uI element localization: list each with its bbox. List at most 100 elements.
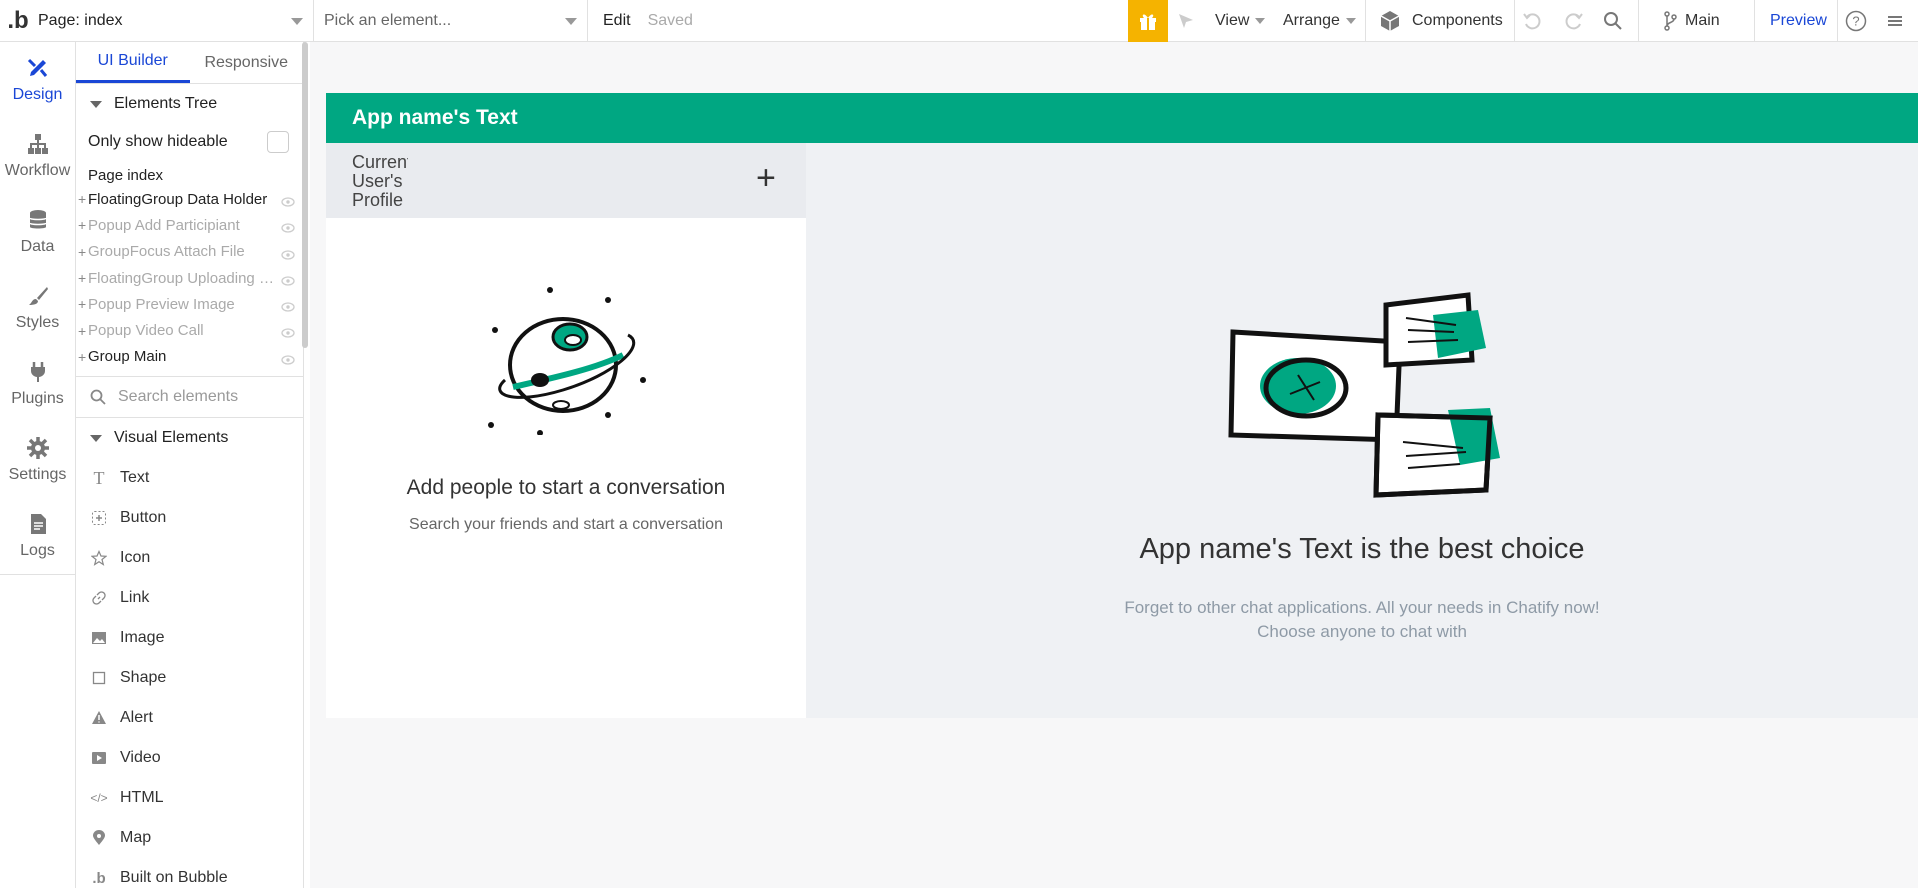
eye-icon[interactable]	[281, 299, 295, 316]
rail-data[interactable]: Data	[0, 194, 75, 270]
visual-element-label: Link	[120, 589, 150, 607]
search-icon[interactable]	[1603, 0, 1623, 42]
components-button[interactable]: Components	[1378, 0, 1503, 42]
rail-settings[interactable]: Settings	[0, 422, 75, 498]
expand-plus-icon[interactable]: +	[78, 270, 88, 286]
visual-elements-header[interactable]: Visual Elements	[76, 418, 303, 458]
add-conversation-plus-icon[interactable]: +	[756, 161, 776, 195]
eye-icon[interactable]	[281, 194, 295, 211]
elements-tree-header[interactable]: Elements Tree	[76, 84, 303, 124]
rail-design[interactable]: Design	[0, 42, 75, 118]
map-pin-icon	[90, 830, 108, 846]
eye-icon[interactable]	[281, 325, 295, 342]
help-icon[interactable]: ?	[1845, 0, 1867, 42]
tree-item-label: Popup Add Participiant	[88, 216, 240, 234]
eye-icon[interactable]	[281, 247, 295, 264]
conversation-list-panel[interactable]: Add people to start a conversation Searc…	[326, 218, 806, 718]
expand-plus-icon[interactable]: +	[78, 217, 88, 233]
visual-element-text[interactable]: T Text	[76, 458, 303, 498]
visual-element-alert[interactable]: Alert	[76, 698, 303, 738]
branch-label: Main	[1685, 12, 1720, 29]
visual-element-link[interactable]: Link	[76, 578, 303, 618]
rail-logs[interactable]: Logs	[0, 498, 75, 574]
chevron-down-icon	[565, 17, 577, 25]
more-icon[interactable]	[1884, 0, 1906, 42]
welcome-title[interactable]: App name's Text is the best choice	[806, 533, 1918, 566]
app-header[interactable]: App name's Text	[326, 93, 1918, 143]
cursor-select-icon[interactable]	[1177, 0, 1195, 42]
video-icon	[90, 750, 108, 766]
ui-builder-panel: UI Builder Responsive Elements Tree Only…	[76, 42, 304, 888]
tab-responsive[interactable]: Responsive	[190, 42, 304, 83]
rail-label: Data	[20, 238, 55, 255]
gift-icon[interactable]	[1128, 0, 1168, 42]
view-menu[interactable]: View	[1215, 0, 1266, 42]
visual-element-label: Image	[120, 629, 165, 647]
app-header-title[interactable]: App name's Text	[352, 106, 518, 130]
visual-element-label: Button	[120, 509, 167, 527]
shape-icon	[90, 671, 108, 685]
tree-page-node[interactable]: Page index	[76, 164, 303, 186]
visual-element-button[interactable]: Button	[76, 498, 303, 538]
expand-plus-icon[interactable]: +	[78, 296, 88, 312]
tree-item[interactable]: + Popup Add Participiant	[76, 212, 303, 238]
tree-item[interactable]: + FloatingGroup Data Holder	[76, 186, 303, 212]
tree-item[interactable]: + Group Main	[76, 344, 303, 370]
branch-selector[interactable]: Main	[1663, 0, 1720, 42]
tab-ui-builder[interactable]: UI Builder	[76, 42, 190, 83]
eye-icon[interactable]	[281, 352, 295, 369]
visual-element-shape[interactable]: Shape	[76, 658, 303, 698]
panel-scrollbar[interactable]	[302, 42, 308, 348]
rail-styles[interactable]: Styles	[0, 270, 75, 346]
expand-plus-icon[interactable]: +	[78, 349, 88, 365]
only-show-hideable-checkbox[interactable]	[267, 131, 289, 153]
welcome-subtitle[interactable]: Forget to other chat applications. All y…	[806, 596, 1918, 644]
rail-label: Styles	[15, 314, 60, 331]
arrange-menu[interactable]: Arrange	[1283, 0, 1356, 42]
expand-plus-icon[interactable]: +	[78, 191, 88, 207]
visual-element-map[interactable]: Map	[76, 818, 303, 858]
visual-element-icon[interactable]: Icon	[76, 538, 303, 578]
empty-state-subtitle[interactable]: Search your friends and start a conversa…	[326, 516, 806, 534]
undo-icon[interactable]	[1521, 0, 1543, 42]
tree-item-label: Popup Video Call	[88, 322, 204, 340]
redo-icon[interactable]	[1563, 0, 1585, 42]
current-user-profile-text[interactable]: Current User's Profile	[352, 153, 408, 209]
visual-element-video[interactable]: Video	[76, 738, 303, 778]
preview-button[interactable]: Preview	[1770, 0, 1827, 42]
visual-element-label: Map	[120, 829, 152, 847]
element-picker[interactable]: Pick an element...	[314, 0, 588, 42]
visual-element-html[interactable]: </> HTML	[76, 778, 303, 818]
tree-item[interactable]: + Popup Video Call	[76, 317, 303, 343]
chevron-down-icon	[1345, 18, 1356, 24]
profile-strip[interactable]: Current User's Profile +	[326, 143, 806, 218]
tree-item[interactable]: + GroupFocus Attach File	[76, 239, 303, 265]
tree-item[interactable]: + Popup Preview Image	[76, 291, 303, 317]
arrange-menu-label: Arrange	[1283, 12, 1340, 29]
bubble-logo-icon[interactable]: .b	[0, 0, 36, 42]
visual-element-image[interactable]: Image	[76, 618, 303, 658]
empty-state-title[interactable]: Add people to start a conversation	[326, 476, 806, 500]
page-selector[interactable]: Page: index	[36, 0, 314, 42]
tree-item[interactable]: + FloatingGroup Uploading Fi...	[76, 265, 303, 291]
document-icon	[30, 514, 46, 534]
element-picker-label: Pick an element...	[324, 11, 452, 29]
visual-elements-title: Visual Elements	[114, 429, 229, 447]
expand-plus-icon[interactable]: +	[78, 323, 88, 339]
link-icon	[90, 590, 108, 606]
search-elements-input[interactable]: Search elements	[76, 376, 303, 419]
eye-icon[interactable]	[281, 220, 295, 237]
visual-element-label: Text	[120, 469, 150, 487]
tree-item-label: FloatingGroup Data Holder	[88, 190, 268, 208]
visual-element-built-on-bubble[interactable]: .b Built on Bubble	[76, 858, 303, 888]
rail-workflow[interactable]: Workflow	[0, 118, 75, 194]
rail-plugins[interactable]: Plugins	[0, 346, 75, 422]
saved-status: Saved	[647, 11, 693, 29]
tree-item-label: FloatingGroup Uploading Fi...	[88, 269, 278, 287]
expand-plus-icon[interactable]: +	[78, 244, 88, 260]
eye-icon[interactable]	[281, 273, 295, 290]
welcome-subtitle-line-1: Forget to other chat applications. All y…	[1124, 598, 1600, 617]
caret-down-icon	[90, 434, 102, 442]
welcome-subtitle-line-2: Choose anyone to chat with	[1257, 622, 1467, 641]
edit-menu[interactable]: Edit	[603, 12, 631, 30]
